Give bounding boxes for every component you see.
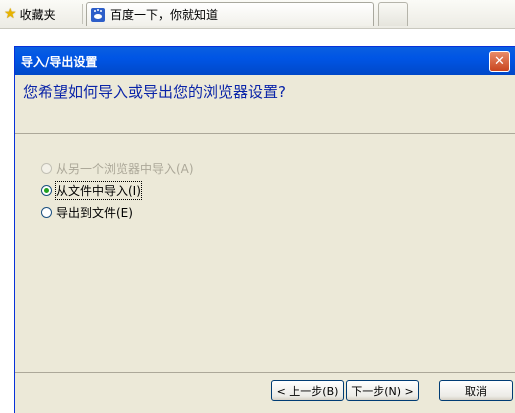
import-export-dialog: 导入/导出设置 ✕ 您希望如何导入或导出您的浏览器设置? 从另一个浏览器中导入(…: [14, 46, 515, 413]
paw-icon: [91, 7, 105, 22]
option-import-from-file[interactable]: 从文件中导入(I): [41, 179, 194, 201]
dialog-question: 您希望如何导入或导出您的浏览器设置?: [23, 83, 286, 101]
button-divider: [15, 372, 515, 373]
dialog-title: 导入/导出设置: [21, 54, 98, 69]
dialog-titlebar[interactable]: 导入/导出设置 ✕: [15, 47, 515, 75]
close-icon: ✕: [494, 54, 505, 69]
radio-import-from-browser[interactable]: [41, 162, 52, 174]
browser-tab[interactable]: 百度一下，你就知道: [86, 2, 374, 26]
tab-title: 百度一下，你就知道: [110, 8, 219, 22]
radio-export-to-file[interactable]: [41, 206, 52, 218]
radio-import-from-file[interactable]: [41, 184, 52, 196]
star-icon: ★: [4, 6, 17, 22]
close-button[interactable]: ✕: [489, 51, 510, 72]
option-label: 导出到文件(E): [56, 205, 133, 220]
back-button[interactable]: < 上一步(B): [271, 380, 344, 401]
favorites-bar: ★ 收藏夹 百度一下，你就知道: [0, 0, 515, 29]
new-tab-button[interactable]: [378, 2, 408, 26]
dialog-header: 您希望如何导入或导出您的浏览器设置?: [15, 75, 515, 134]
next-button[interactable]: 下一步(N) >: [346, 380, 419, 401]
option-label: 从文件中导入(I): [55, 180, 142, 200]
option-label: 从另一个浏览器中导入(A): [56, 161, 194, 176]
option-import-from-browser[interactable]: 从另一个浏览器中导入(A): [41, 157, 194, 179]
favorites-button[interactable]: ★ 收藏夹: [4, 4, 56, 24]
option-export-to-file[interactable]: 导出到文件(E): [41, 201, 194, 223]
toolbar-separator: [82, 4, 83, 24]
favorites-label: 收藏夹: [19, 7, 56, 22]
cancel-button[interactable]: 取消: [439, 380, 513, 401]
option-group: 从另一个浏览器中导入(A) 从文件中导入(I) 导出到文件(E): [41, 157, 194, 223]
